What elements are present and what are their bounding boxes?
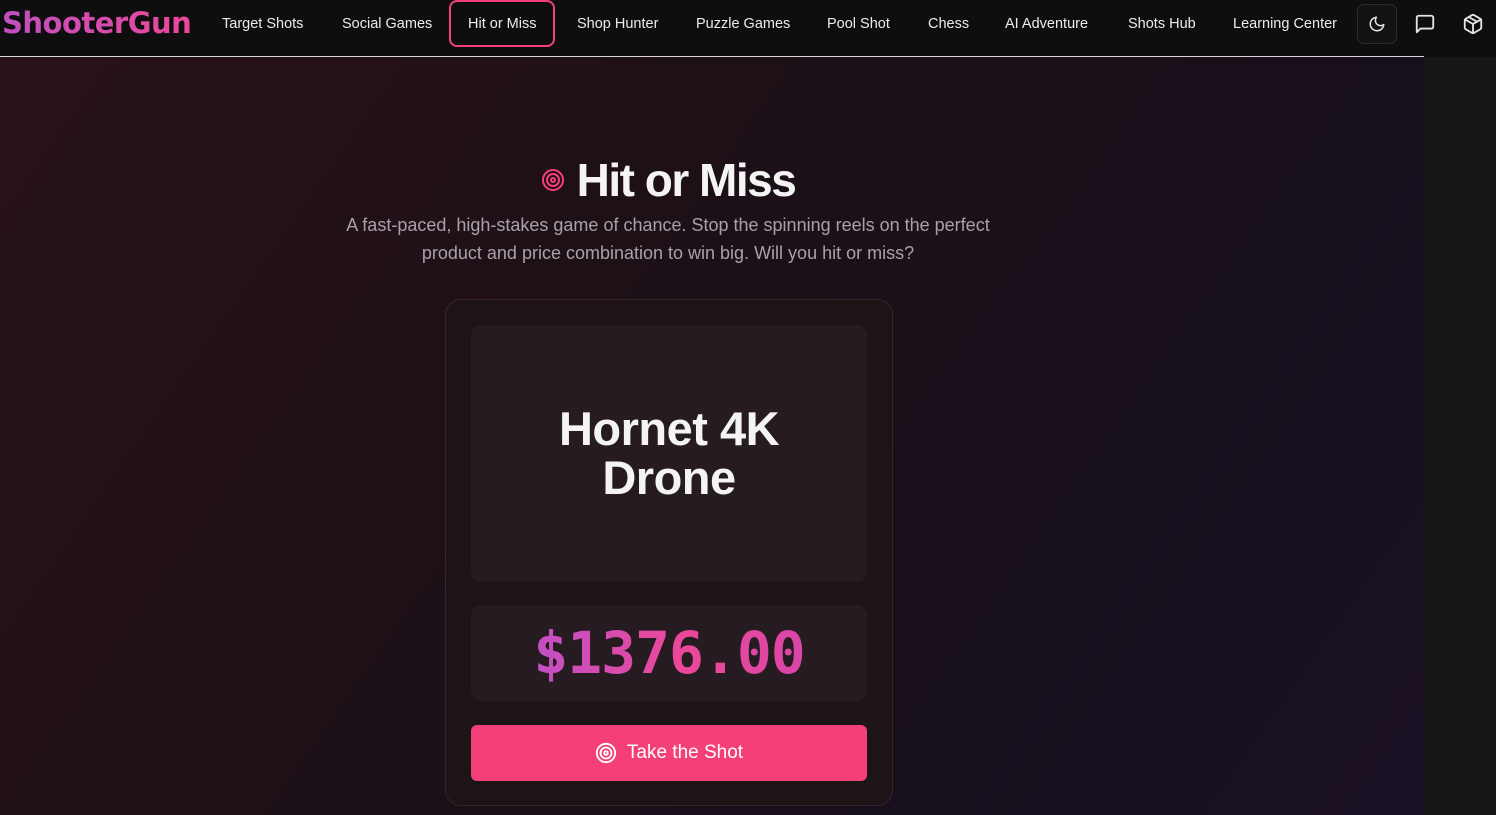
nav-target-shots[interactable]: Target Shots <box>222 0 303 48</box>
nav-social-games[interactable]: Social Games <box>342 0 432 48</box>
chat-icon <box>1414 13 1436 35</box>
product-name: Hornet 4K Drone <box>558 401 780 504</box>
chat-button[interactable] <box>1405 4 1445 44</box>
cube-icon <box>1462 13 1484 35</box>
game-card: Hornet 4K Drone $1376.00 Take the Shot <box>445 299 893 806</box>
nav-shots-hub[interactable]: Shots Hub <box>1128 0 1196 48</box>
brand-logo[interactable]: ShooterGun <box>2 6 192 40</box>
nav-ai-adventure[interactable]: AI Adventure <box>1005 0 1088 48</box>
price-value: $1376.00 <box>533 619 805 687</box>
header-divider <box>0 56 1424 57</box>
nav-shop-hunter[interactable]: Shop Hunter <box>577 0 658 48</box>
top-navbar: ShooterGun Target Shots Social Games Hit… <box>0 0 1496 57</box>
theme-toggle-button[interactable] <box>1357 4 1397 44</box>
nav-puzzle-games[interactable]: Puzzle Games <box>696 0 790 48</box>
hero-title-row: Hit or Miss <box>0 150 1336 210</box>
moon-icon <box>1368 15 1386 33</box>
take-the-shot-label: Take the Shot <box>626 742 744 763</box>
right-gutter <box>1424 57 1496 815</box>
nav-hit-or-miss[interactable]: Hit or Miss <box>449 0 556 47</box>
target-icon <box>541 168 565 192</box>
page-subtitle: A fast-paced, high-stakes game of chance… <box>346 215 990 263</box>
cube-button[interactable] <box>1453 4 1493 44</box>
app-background: Hit or Miss A fast-paced, high-stakes ga… <box>0 0 1424 815</box>
product-reel: Hornet 4K Drone <box>471 325 867 582</box>
price-reel: $1376.00 <box>471 605 867 701</box>
page-title: Hit or Miss <box>576 154 797 206</box>
nav-chess[interactable]: Chess <box>928 0 969 48</box>
target-icon <box>595 742 617 764</box>
nav-learning-center[interactable]: Learning Center <box>1233 0 1337 48</box>
take-the-shot-button[interactable]: Take the Shot <box>471 725 867 781</box>
nav-pool-shot[interactable]: Pool Shot <box>827 0 890 48</box>
